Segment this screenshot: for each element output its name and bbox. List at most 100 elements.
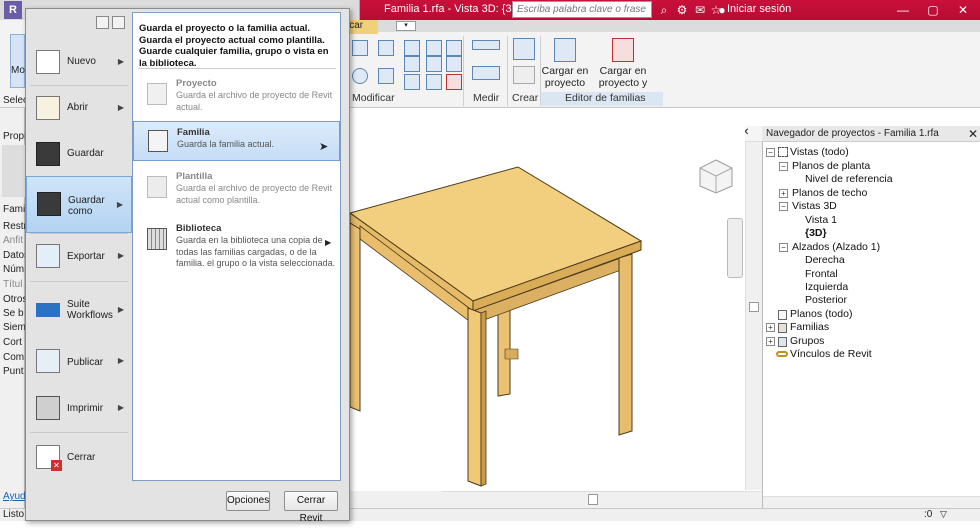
- menu-item-exportar[interactable]: Exportar ▶: [26, 233, 132, 279]
- library-icon: [147, 228, 167, 250]
- search-input[interactable]: Escriba palabra clave o frase: [512, 1, 652, 18]
- tree-node-3d[interactable]: {3D}: [805, 227, 827, 239]
- offset-icon[interactable]: [378, 40, 394, 56]
- cort-label: Cort: [3, 337, 22, 348]
- expand-grupos[interactable]: +: [766, 337, 775, 346]
- load-into-project-icon[interactable]: [554, 38, 576, 62]
- tree-node-vistas[interactable]: Vistas (todo): [790, 146, 849, 158]
- collapse-vistas-3d[interactable]: −: [779, 202, 788, 211]
- menu-item-abrir[interactable]: Abrir ▶: [26, 85, 132, 131]
- tree-node-posterior[interactable]: Posterior: [805, 294, 847, 306]
- tree-node-planos-todo[interactable]: Planos (todo): [790, 308, 852, 320]
- menu-item-label: Cerrar: [67, 452, 96, 463]
- trim-icon[interactable]: [446, 40, 462, 56]
- menu-item-suite-workflows[interactable]: Suite Workflows ▶: [26, 287, 132, 333]
- scale-icon[interactable]: [446, 56, 462, 72]
- menu-item-guardar[interactable]: Guardar: [26, 131, 132, 177]
- family-type-selector[interactable]: Famil: [3, 204, 27, 215]
- tree-node-planos-planta[interactable]: Planos de planta: [792, 160, 870, 172]
- menu-item-cerrar[interactable]: ✕ Cerrar: [26, 434, 132, 480]
- otros-label: Otros: [3, 294, 28, 305]
- navigation-wheel-icon[interactable]: [727, 218, 743, 278]
- submenu-item-proyecto[interactable]: Proyecto Guarda el archivo de proyecto d…: [133, 73, 340, 117]
- front-leg-side: [480, 310, 487, 487]
- submenu-item-biblioteca[interactable]: Biblioteca Guarda en la biblioteca una c…: [133, 218, 340, 270]
- modify-big-button[interactable]: Mo: [10, 34, 25, 88]
- expand-familias[interactable]: +: [766, 323, 775, 332]
- sheets-icon: [778, 310, 787, 320]
- browser-hscroll[interactable]: [763, 496, 980, 508]
- collapse-alzados[interactable]: −: [779, 243, 788, 252]
- filter-icon[interactable]: ▽: [940, 509, 947, 520]
- close-document-icon: ✕: [36, 445, 62, 471]
- tree-node-vinculos[interactable]: Vínculos de Revit: [790, 348, 872, 360]
- mirror-icon[interactable]: [352, 68, 368, 84]
- array-icon[interactable]: [426, 56, 442, 72]
- menu-item-nuevo[interactable]: Nuevo ▶: [26, 39, 132, 85]
- chevron-right-icon: ▶: [117, 57, 124, 66]
- tree-node-familias[interactable]: Familias: [790, 321, 829, 333]
- login-button[interactable]: Iniciar sesión: [727, 3, 791, 15]
- menu-item-publicar[interactable]: Publicar ▶: [26, 338, 132, 384]
- tree-node-planos-techo[interactable]: Planos de techo: [792, 187, 867, 199]
- tree-node-frontal[interactable]: Frontal: [805, 268, 838, 280]
- copy-icon[interactable]: [404, 40, 420, 56]
- menu-item-imprimir[interactable]: Imprimir ▶: [26, 385, 132, 431]
- tree-node-vista-1[interactable]: Vista 1: [805, 214, 837, 226]
- tree-node-alzados[interactable]: Alzados (Alzado 1): [792, 241, 880, 253]
- dimension-icon[interactable]: [472, 66, 500, 80]
- right-leg: [618, 253, 633, 436]
- unpin-icon[interactable]: [426, 74, 442, 90]
- horizontal-scrollbar[interactable]: [442, 491, 762, 508]
- punt-label: Punt: [3, 366, 24, 377]
- pin-icon[interactable]: [404, 74, 420, 90]
- measure-icon[interactable]: [472, 40, 500, 50]
- collapse-planos-planta[interactable]: −: [779, 162, 788, 171]
- tree-node-vistas-3d[interactable]: Vistas 3D: [792, 200, 837, 212]
- load-into-project-label[interactable]: Cargar en proyecto: [540, 65, 590, 89]
- split-icon[interactable]: [404, 56, 420, 72]
- view-cube[interactable]: [698, 158, 734, 194]
- open-documents-icon[interactable]: [112, 16, 125, 29]
- tree-node-derecha[interactable]: Derecha: [805, 254, 845, 266]
- communication-icon[interactable]: ✉: [692, 2, 708, 18]
- submenu-item-desc: Guarda el archivo de proyecto de Revit a…: [176, 183, 333, 205]
- maximize-button[interactable]: ▢: [918, 0, 948, 20]
- save-disk-icon: [36, 142, 60, 166]
- submenu-item-familia[interactable]: Familia Guarda la familia actual. ➤: [133, 121, 340, 161]
- view-control-bar[interactable]: [350, 491, 442, 508]
- binoculars-icon[interactable]: ⌕: [656, 2, 672, 18]
- submenu-item-plantilla[interactable]: Plantilla Guarda el archivo de proyecto …: [133, 166, 340, 210]
- recent-documents-icon[interactable]: [96, 16, 109, 29]
- tab-dropdown[interactable]: ▾: [396, 21, 416, 31]
- load-close-line1: Cargar en: [599, 65, 647, 77]
- tree-node-nivel-referencia[interactable]: Nivel de referencia: [805, 173, 893, 185]
- publish-icon: [36, 349, 60, 373]
- load-and-close-icon[interactable]: [612, 38, 634, 62]
- close-window-button[interactable]: ✕: [948, 0, 978, 20]
- create-component-icon[interactable]: [513, 66, 535, 84]
- move-icon[interactable]: [426, 40, 442, 56]
- create-similar-icon[interactable]: [513, 38, 535, 60]
- vertical-scrollbar[interactable]: [745, 142, 762, 490]
- minimize-button[interactable]: —: [888, 0, 918, 20]
- close-icon[interactable]: ✕: [968, 127, 978, 141]
- align-icon[interactable]: [352, 40, 368, 56]
- hscroll-thumb[interactable]: [588, 494, 598, 505]
- exit-revit-button[interactable]: Cerrar Revit: [284, 491, 338, 524]
- 3d-viewport[interactable]: [348, 126, 745, 491]
- revit-logo-icon[interactable]: R: [4, 1, 22, 19]
- tree-node-izquierda[interactable]: Izquierda: [805, 281, 848, 293]
- groups-icon: [778, 337, 787, 347]
- submenu-item-title: Plantilla: [176, 171, 213, 182]
- collapse-vistas[interactable]: −: [766, 148, 775, 157]
- options-button[interactable]: Opciones: [226, 491, 270, 511]
- menu-item-label: Imprimir: [67, 403, 104, 414]
- subscription-icon[interactable]: ⚙: [674, 2, 690, 18]
- rotate-icon[interactable]: [378, 68, 394, 84]
- delete-icon[interactable]: [446, 74, 462, 90]
- menu-item-guardar-como[interactable]: Guardar como ▶: [26, 176, 132, 233]
- expand-planos-techo[interactable]: +: [779, 189, 788, 198]
- vscroll-thumb[interactable]: [749, 302, 759, 312]
- tree-node-grupos[interactable]: Grupos: [790, 335, 824, 347]
